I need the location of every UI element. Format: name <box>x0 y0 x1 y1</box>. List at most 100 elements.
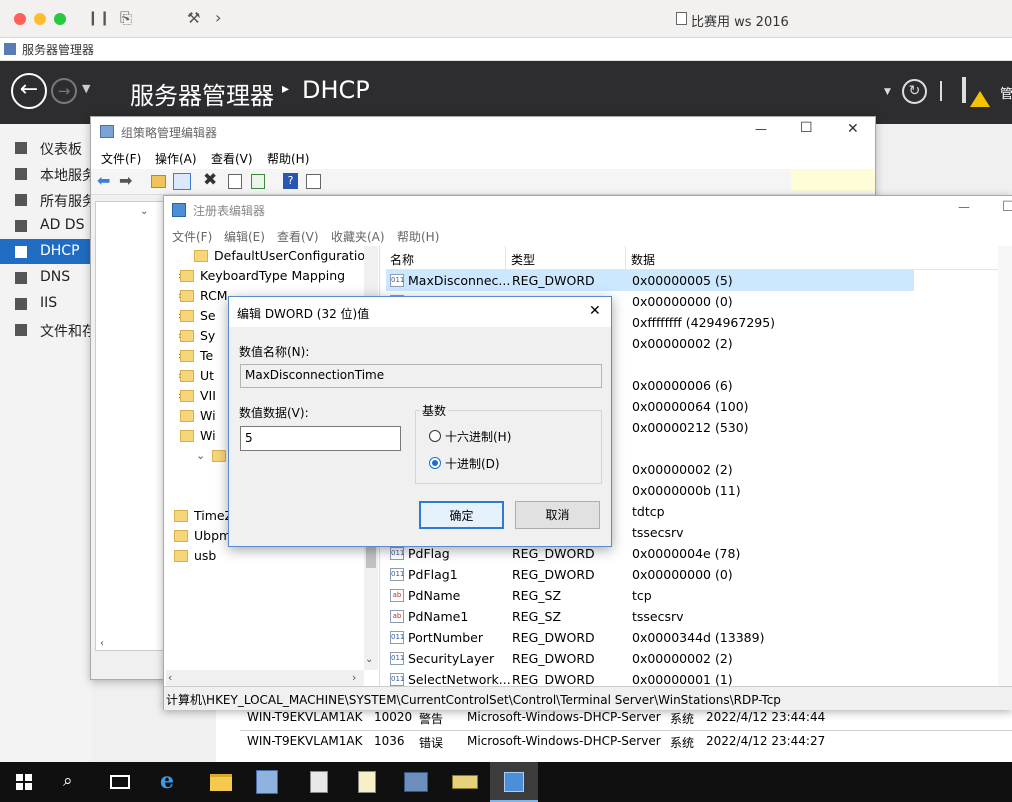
tree-node-label: Ut <box>200 368 215 383</box>
hex-radio-label[interactable]: 十六进制(H) <box>445 428 511 445</box>
tree-scroll-left-icon[interactable]: ‹ <box>100 638 104 649</box>
gpe-menu-file[interactable]: 文件(F) <box>101 150 141 167</box>
reg-title: 注册表编辑器 <box>193 204 266 218</box>
value-data-input[interactable]: 5 <box>240 426 401 451</box>
properties-icon[interactable] <box>228 174 242 189</box>
back-button[interactable]: ← <box>11 73 47 109</box>
forward-arrow-icon[interactable]: ➡ <box>119 171 132 190</box>
ie-icon[interactable]: e <box>160 768 174 794</box>
back-arrow-icon[interactable]: ⬅ <box>97 171 110 190</box>
hex-radio[interactable] <box>429 430 441 442</box>
breadcrumb-app[interactable]: 服务器管理器 <box>130 76 274 111</box>
mac-zoom-button[interactable] <box>54 13 66 25</box>
reg-menu-file[interactable]: 文件(F) <box>172 228 212 245</box>
string-value-icon: ab <box>390 610 404 623</box>
nav-item[interactable]: 本地服务 <box>0 161 96 186</box>
reg-menu-favorites[interactable]: 收藏夹(A) <box>331 228 385 245</box>
start-icon[interactable] <box>16 774 32 790</box>
value-row[interactable]: 011 SecurityLayer REG_DWORD 0x00000002 (2) <box>386 648 914 669</box>
pause-icon[interactable]: ❙❙ <box>87 10 110 26</box>
help-icon[interactable]: ? <box>283 173 298 189</box>
gpe-menu-help[interactable]: 帮助(H) <box>267 150 309 167</box>
value-row[interactable]: ab PdName REG_SZ tcp <box>386 585 914 606</box>
tree-scroll-down-icon[interactable]: ⌄ <box>365 654 373 665</box>
tree-node[interactable]: DefaultUserConfiguration <box>166 246 373 266</box>
task-view-icon[interactable] <box>110 775 130 789</box>
sm-titlebar: 服务器管理器 <box>0 38 1012 61</box>
value-row[interactable]: 011 MaxDisconnec... REG_DWORD 0x00000005 (5… <box>386 270 914 291</box>
explorer-icon[interactable] <box>210 774 232 791</box>
reg-maximize-button[interactable]: ☐ <box>1002 199 1012 215</box>
filter-icon[interactable] <box>306 174 321 189</box>
reg-app-icon <box>172 203 186 217</box>
snapshot-icon[interactable]: ⎘ <box>120 9 132 27</box>
refresh-icon[interactable]: ↻ <box>902 79 927 104</box>
reg-minimize-button[interactable]: — <box>958 200 970 214</box>
forward-button[interactable]: → <box>51 78 77 104</box>
ok-button[interactable]: 确定 <box>419 501 504 529</box>
mac-titlebar: ❙❙ ⎘ ⚒ › 比赛用 ws 2016 <box>0 0 1012 38</box>
network-icon[interactable] <box>404 772 428 792</box>
delete-icon[interactable]: ✖ <box>203 170 217 190</box>
gpe-close-button[interactable]: ✕ <box>847 121 859 137</box>
gpe-minimize-button[interactable]: — <box>755 122 767 136</box>
gpe-menu-view[interactable]: 查看(V) <box>211 150 253 167</box>
dialog-close-button[interactable]: ✕ <box>589 303 601 319</box>
value-row[interactable]: 011 PortNumber REG_DWORD 0x0000344d (13389) <box>386 627 914 648</box>
tree-scroll-right-icon[interactable]: › <box>352 671 356 684</box>
reg-menu-edit[interactable]: 编辑(E) <box>224 228 265 245</box>
dec-radio-label[interactable]: 十进制(D) <box>445 455 500 472</box>
value-name-field: MaxDisconnectionTime <box>240 364 602 388</box>
value-row[interactable]: 011 SelectNetwork... REG_DWORD 0x00000001 (… <box>386 669 914 686</box>
nav-item[interactable]: IIS <box>0 291 92 316</box>
dec-radio[interactable] <box>429 457 441 469</box>
caret-icon: ⌄ <box>140 206 149 217</box>
search-icon[interactable]: ⌕ <box>63 771 73 791</box>
nav-item[interactable]: DHCP <box>0 239 92 264</box>
value-name: PdName <box>408 588 461 603</box>
server-manager-icon[interactable] <box>256 770 278 794</box>
value-data: 0x00000002 (2) <box>632 651 733 666</box>
wrench-icon[interactable]: ⚒ <box>187 9 200 27</box>
chevron-right-icon[interactable]: › <box>215 8 221 27</box>
column-type[interactable]: 类型 <box>511 251 535 268</box>
local-server-icon <box>15 168 27 180</box>
up-folder-icon[interactable] <box>151 175 166 188</box>
mac-minimize-button[interactable] <box>34 13 46 25</box>
value-row[interactable]: ab PdName1 REG_SZ tssecsrv <box>386 606 914 627</box>
export-icon[interactable] <box>251 174 265 189</box>
flag-icon[interactable] <box>962 77 966 103</box>
tools-icon[interactable] <box>452 775 478 789</box>
notepad2-icon[interactable] <box>358 771 376 793</box>
mac-close-button[interactable] <box>14 13 26 25</box>
nav-item[interactable]: 仪表板 <box>0 135 92 160</box>
dropdown-icon[interactable]: ▼ <box>884 87 891 97</box>
nav-item[interactable]: 文件和存 <box>0 317 96 342</box>
header-manage-label[interactable]: 管 <box>1000 83 1012 102</box>
edit-dword-dialog: 编辑 DWORD (32 位)值 ✕ 数值名称(N): MaxDisconnec… <box>228 296 612 547</box>
reg-menu-view[interactable]: 查看(V) <box>277 228 319 245</box>
dialog-title: 编辑 DWORD (32 位)值 <box>237 307 370 321</box>
gpe-menu-action[interactable]: 操作(A) <box>155 150 197 167</box>
gpe-maximize-button[interactable]: ☐ <box>800 120 813 136</box>
notepad-icon[interactable] <box>310 771 328 793</box>
tree-scroll-left-icon[interactable]: ‹ <box>168 671 172 684</box>
tree-node[interactable]: usb <box>166 546 364 566</box>
history-dropdown-icon[interactable]: ▼ <box>82 82 90 95</box>
tree-hscrollbar[interactable]: ‹ › <box>166 670 364 686</box>
nav-item[interactable]: AD DS <box>0 213 92 238</box>
column-name[interactable]: 名称 <box>390 251 414 268</box>
nav-item[interactable]: DNS <box>0 265 92 290</box>
value-row[interactable]: 011 PdFlag1 REG_DWORD 0x00000000 (0) <box>386 564 914 585</box>
column-data[interactable]: 数据 <box>631 251 655 268</box>
cancel-button[interactable]: 取消 <box>515 501 600 529</box>
show-tree-icon[interactable] <box>173 173 191 190</box>
values-vscrollbar[interactable] <box>998 246 1012 686</box>
value-type: REG_DWORD <box>512 273 595 288</box>
tree-node[interactable]: ›KeyboardType Mapping <box>166 266 364 286</box>
tree-caret-icon[interactable]: ⌄ <box>196 446 205 466</box>
nav-item[interactable]: 所有服务 <box>0 187 96 212</box>
tree-node-label: Te <box>200 348 214 363</box>
reg-menu-help[interactable]: 帮助(H) <box>397 228 439 245</box>
folder-icon <box>180 290 194 302</box>
